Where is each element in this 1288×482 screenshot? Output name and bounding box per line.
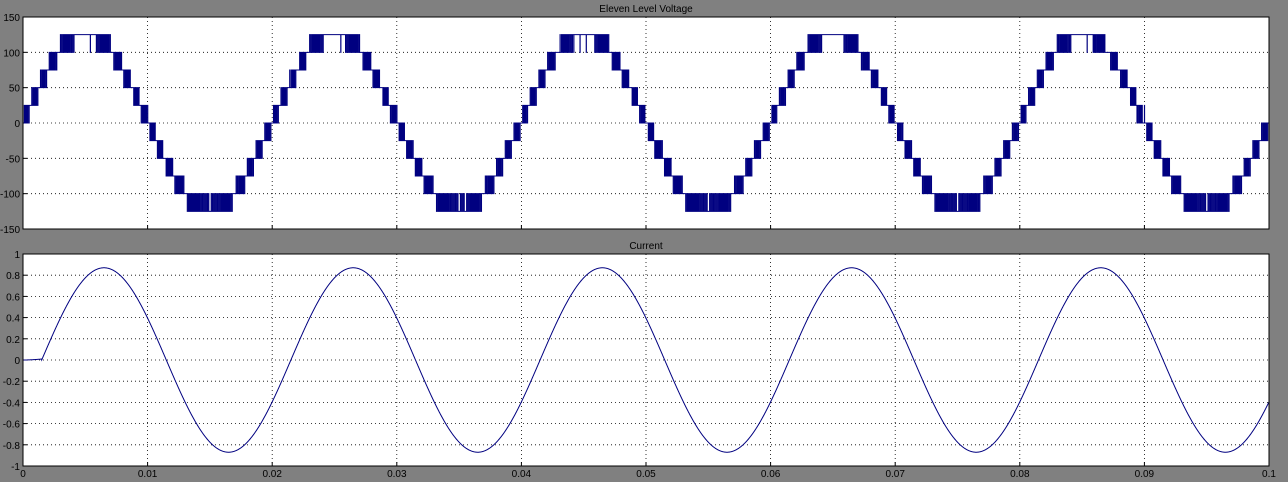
chart-title: Current [629, 241, 663, 252]
y-tick-label: -50 [6, 154, 21, 165]
x-tick-label: 0.06 [761, 469, 781, 480]
y-tick-label: 0.2 [6, 335, 20, 346]
y-tick-label: 100 [3, 48, 20, 59]
y-tick-label: -100 [0, 190, 20, 201]
y-tick-label: -150 [0, 225, 20, 236]
x-tick-label: 0.07 [885, 469, 905, 480]
y-tick-label: -0.2 [3, 377, 21, 388]
x-tick-label: 0.01 [138, 469, 158, 480]
y-tick-label: 0.4 [6, 314, 20, 325]
y-tick-label: 0 [14, 356, 20, 367]
voltage-plot: Eleven Level Voltage 150 100 50 0 -50 -100 -150 [0, 4, 1270, 236]
y-tick-label: 0 [14, 119, 20, 130]
y-tick-label: 1 [14, 250, 20, 261]
x-tick-label: 0.08 [1010, 469, 1030, 480]
y-tick-label: 0.8 [6, 271, 20, 282]
chart-title: Eleven Level Voltage [599, 4, 693, 15]
y-tick-label: -0.4 [3, 398, 21, 409]
x-tick-label: 0.09 [1135, 469, 1155, 480]
y-tick-label: -1 [11, 462, 20, 473]
current-plot: Current 0 0.01 0.02 0.03 0.04 0.05 0.06 0.07 0.08… [3, 241, 1277, 480]
x-tick-label: 0.02 [262, 469, 282, 480]
y-tick-label: -0.8 [3, 441, 21, 452]
y-tick-label: 0.6 [6, 292, 20, 303]
x-tick-label: 0.05 [636, 469, 656, 480]
y-tick-label: 150 [3, 13, 20, 24]
x-tick-label: 0.04 [512, 469, 532, 480]
x-tick-label: 0.03 [387, 469, 407, 480]
y-tick-label: 50 [9, 84, 21, 95]
x-tick-label: 0.1 [1262, 469, 1276, 480]
x-tick-label: 0 [20, 469, 26, 480]
y-tick-label: -0.6 [3, 420, 21, 431]
scope-figure: Eleven Level Voltage150100500-50-100-150… [0, 4, 1277, 480]
